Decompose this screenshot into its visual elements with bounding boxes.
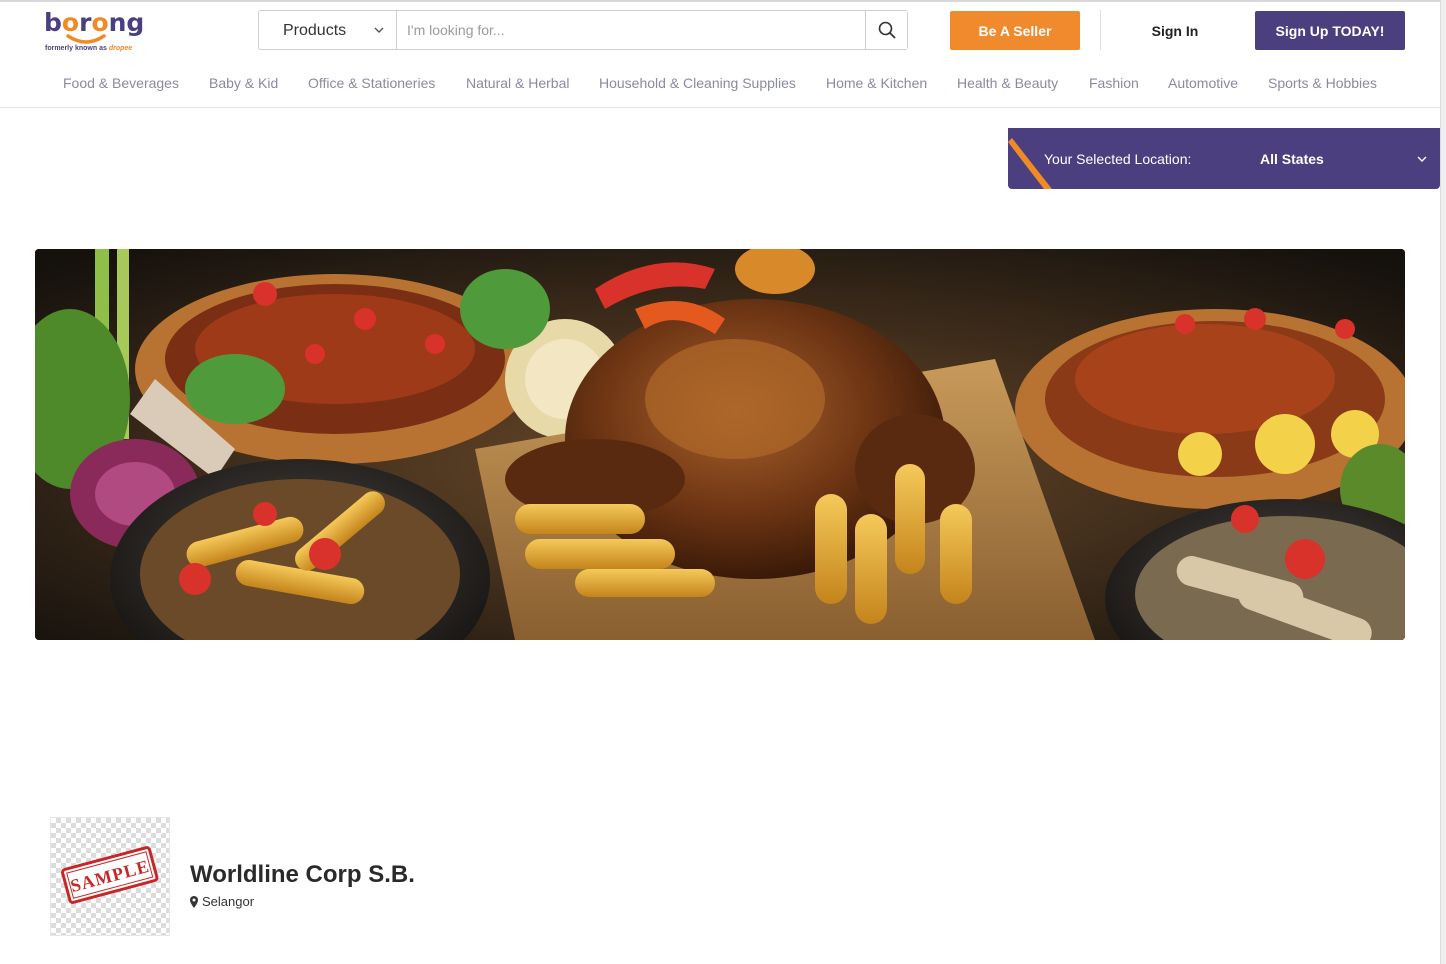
map-pin-icon: [190, 895, 198, 908]
chevron-down-icon: [1417, 156, 1427, 162]
store-banner-image: [35, 249, 1405, 640]
location-value: All States: [1260, 151, 1324, 167]
category-household-cleaning[interactable]: Household & Cleaning Supplies: [599, 75, 796, 91]
category-office-stationeries[interactable]: Office & Stationeries: [308, 75, 435, 91]
location-selector[interactable]: Your Selected Location: All States: [1008, 128, 1440, 189]
scrollbar[interactable]: [1440, 0, 1446, 964]
location-label: Your Selected Location:: [1044, 151, 1192, 167]
logo-wordmark: borong: [44, 8, 145, 37]
sign-up-button[interactable]: Sign Up TODAY!: [1255, 11, 1405, 50]
search-category-label: Products: [283, 22, 347, 39]
page: borong formerly known as dropee Products…: [0, 0, 1446, 964]
store-location: Selangor: [190, 894, 254, 909]
search-category-select[interactable]: Products: [259, 11, 397, 49]
chevron-down-icon: [374, 27, 384, 33]
category-nav: Food & Beverages Baby & Kid Office & Sta…: [0, 64, 1440, 108]
banner-food-illustration: [35, 249, 1405, 640]
sign-in-button[interactable]: Sign In: [1130, 11, 1220, 50]
category-baby-kid[interactable]: Baby & Kid: [209, 75, 278, 91]
category-food-beverages[interactable]: Food & Beverages: [63, 75, 179, 91]
store-name: Worldline Corp S.B.: [190, 861, 415, 888]
category-automotive[interactable]: Automotive: [1168, 75, 1238, 91]
sample-stamp-icon: SAMPLE: [61, 846, 159, 904]
logo-tagline: formerly known as dropee: [45, 45, 133, 52]
category-sports-hobbies[interactable]: Sports & Hobbies: [1268, 75, 1377, 91]
search-input[interactable]: [399, 11, 865, 49]
category-fashion[interactable]: Fashion: [1089, 75, 1139, 91]
category-health-beauty[interactable]: Health & Beauty: [957, 75, 1058, 91]
site-logo[interactable]: borong formerly known as dropee: [44, 8, 154, 56]
search-button[interactable]: [865, 11, 907, 49]
store-state: Selangor: [202, 894, 255, 909]
top-border: [0, 0, 1446, 2]
search-bar: Products: [258, 10, 908, 50]
category-natural-herbal[interactable]: Natural & Herbal: [466, 75, 570, 91]
be-a-seller-button[interactable]: Be A Seller: [950, 11, 1080, 50]
header-divider: [1100, 10, 1101, 50]
search-icon: [878, 21, 895, 39]
store-logo: SAMPLE: [50, 817, 170, 936]
category-home-kitchen[interactable]: Home & Kitchen: [826, 75, 927, 91]
